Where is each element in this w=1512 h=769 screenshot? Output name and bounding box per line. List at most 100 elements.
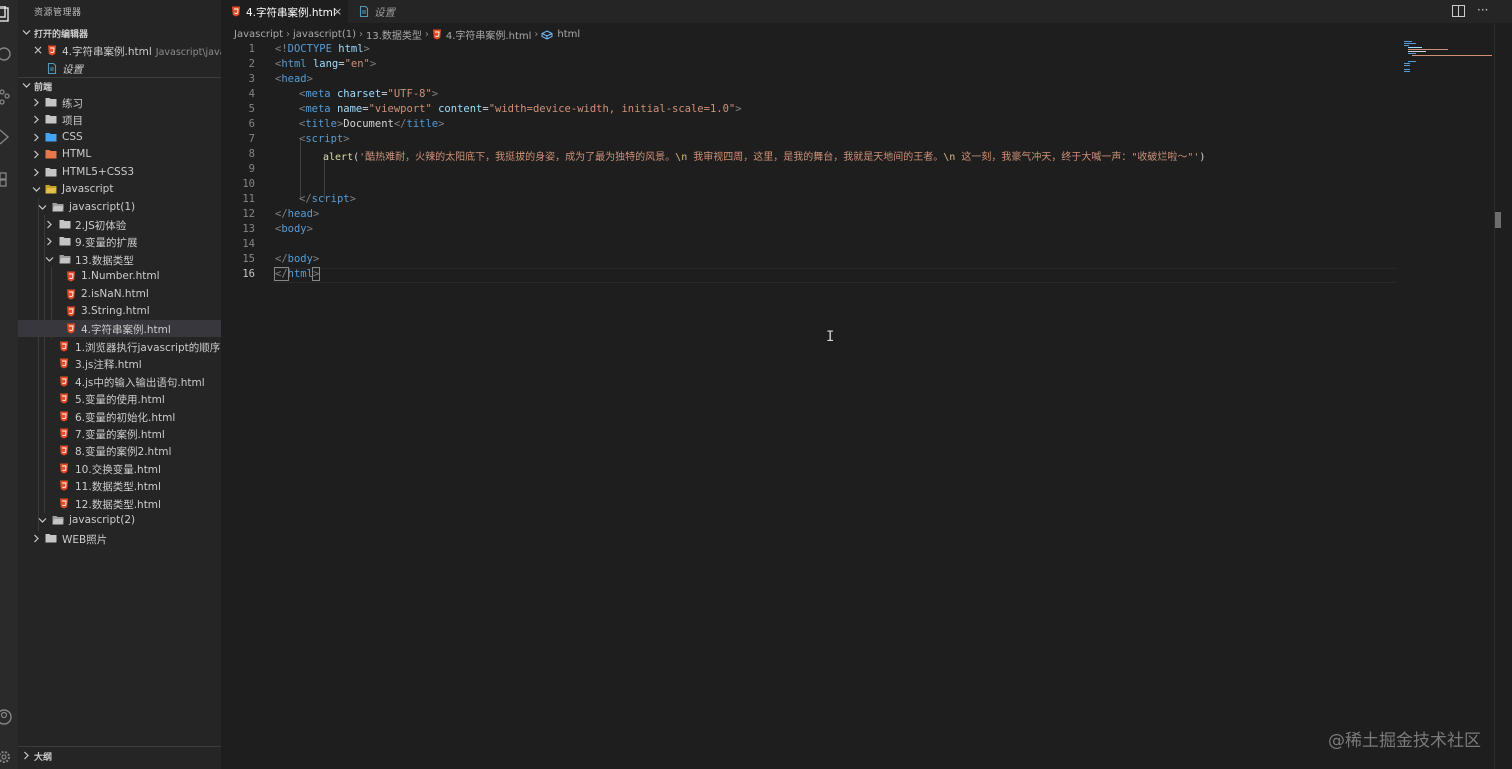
tree-label: 2.isNaN.html: [81, 288, 149, 300]
chevron-right-icon: [34, 168, 39, 177]
tree-file[interactable]: 6.变量的初始化.html: [18, 408, 221, 425]
tree-folder[interactable]: 练习: [18, 94, 221, 111]
code-line: 9: [221, 162, 1401, 177]
tree-label: javascript(1): [69, 201, 136, 213]
tree-file[interactable]: 1.Number.html: [18, 268, 221, 285]
tree-label: 2.JS初体验: [75, 220, 127, 232]
line-number: 12: [242, 208, 255, 220]
code-text: <html lang="en">: [275, 58, 377, 70]
tree-label: 6.变量的初始化.html: [75, 412, 176, 424]
file-name: 设置: [62, 64, 83, 76]
activity-bar: [0, 0, 18, 769]
code-line: 2 <html lang="en">: [221, 57, 1401, 72]
code-line: 12 </head>: [221, 207, 1401, 222]
search-icon[interactable]: [0, 46, 18, 64]
tree-folder[interactable]: 项目: [18, 111, 221, 128]
more-actions-icon[interactable]: ···: [1477, 3, 1488, 17]
tree-file[interactable]: 4.js中的输入输出语句.html: [18, 373, 221, 390]
close-icon[interactable]: ×: [33, 43, 43, 57]
tree-label: 10.交换变量.html: [75, 464, 161, 476]
tree-label: 13.数据类型: [75, 255, 134, 267]
breadcrumb-item[interactable]: javascript(1): [293, 29, 356, 40]
chevron-right-icon: [34, 133, 39, 142]
text-cursor-ibeam: I: [826, 329, 835, 345]
tree-label: 3.js注释.html: [75, 359, 142, 371]
tree-folder[interactable]: CSS: [18, 129, 221, 146]
tree-label: 项目: [62, 115, 83, 127]
extensions-icon[interactable]: [0, 170, 18, 188]
editor-tab-bar: 4.字符串案例.html × 设置 ···: [221, 0, 1512, 23]
section-divider: [18, 746, 221, 747]
open-editor-item[interactable]: × 4.字符串案例.htmlJavascript\javas...: [18, 42, 221, 59]
run-debug-icon[interactable]: [0, 128, 18, 146]
html5-file-icon: [48, 45, 56, 56]
tree-file[interactable]: 3.js注释.html: [18, 355, 221, 372]
code-line: 13 <body>: [221, 222, 1401, 237]
folder-icon: [45, 115, 57, 124]
chevron-right-icon: [47, 220, 52, 229]
split-editor-icon[interactable]: [1452, 5, 1465, 17]
tree-folder[interactable]: 2.JS初体验: [18, 216, 221, 233]
tree-file[interactable]: 3.String.html: [18, 303, 221, 320]
folder-icon: [45, 168, 57, 177]
scrollbar-thumb[interactable]: [1495, 212, 1501, 228]
tree-folder[interactable]: WEB照片: [18, 530, 221, 547]
breadcrumb-item[interactable]: 13.数据类型: [366, 27, 422, 42]
html5-file-icon: [67, 289, 75, 300]
account-icon[interactable]: [0, 708, 18, 726]
line-number: 11: [242, 193, 255, 205]
tree-folder[interactable]: HTML: [18, 146, 221, 163]
open-editors-header[interactable]: 打开的编辑器: [18, 25, 221, 41]
file-name: 4.字符串案例.html: [62, 46, 152, 58]
tree-folder[interactable]: HTML5+CSS3: [18, 164, 221, 181]
tree-folder[interactable]: javascript(2): [18, 512, 221, 529]
breadcrumb-item[interactable]: 4.字符串案例.html: [446, 27, 532, 42]
code-text: <meta name="viewport" content="width=dev…: [299, 103, 742, 115]
tree-folder[interactable]: javascript(1): [18, 199, 221, 216]
code-line: 3 <head>: [221, 72, 1401, 87]
tree-label: 3.String.html: [81, 305, 150, 317]
line-number: 14: [242, 238, 255, 250]
tree-folder[interactable]: 13.数据类型: [18, 251, 221, 268]
breadcrumb-item[interactable]: html: [557, 29, 580, 40]
tree-folder[interactable]: 9.变量的扩展: [18, 233, 221, 250]
chevron-right-icon: [34, 98, 39, 107]
folder-open-icon: [52, 203, 64, 212]
workspace-header[interactable]: 前端: [18, 78, 221, 94]
tab-settings[interactable]: 设置: [349, 0, 444, 23]
line-number: 1: [248, 43, 255, 55]
tree-file[interactable]: 12.数据类型.html: [18, 495, 221, 512]
vertical-scrollbar[interactable]: [1494, 23, 1512, 769]
sidebar-title: 资源管理器: [34, 8, 82, 18]
outline-header[interactable]: 大纲: [18, 748, 221, 764]
open-editor-item[interactable]: 设置: [18, 60, 221, 77]
tab-active-file[interactable]: 4.字符串案例.html ×: [221, 0, 348, 23]
tree-label: 7.变量的案例.html: [75, 429, 165, 441]
code-line: 5 <meta name="viewport" content="width=d…: [221, 102, 1401, 117]
tree-file[interactable]: 5.变量的使用.html: [18, 390, 221, 407]
folder-open-icon: [59, 255, 71, 264]
tree-file-selected[interactable]: 4.字符串案例.html: [18, 320, 221, 337]
tree-file[interactable]: 1.浏览器执行javascript的顺序...: [18, 338, 221, 355]
tree-file[interactable]: 2.isNaN.html: [18, 286, 221, 303]
manage-gear-icon[interactable]: [0, 748, 18, 766]
tree-folder[interactable]: Javascript: [18, 181, 221, 198]
breadcrumb-item[interactable]: Javascript: [234, 29, 283, 40]
tree-file[interactable]: 8.变量的案例2.html: [18, 442, 221, 459]
line-number: 10: [242, 178, 255, 190]
code-text: alert('酷热难耐，火辣的太阳底下，我挺拔的身姿，成为了最为独特的风景。\n…: [323, 152, 1206, 163]
chevron-down-icon: [22, 30, 31, 35]
html5-file-icon: [67, 271, 75, 282]
tab-close-icon[interactable]: ×: [333, 5, 342, 18]
explorer-icon[interactable]: [0, 6, 18, 24]
tree-file[interactable]: 10.交换变量.html: [18, 460, 221, 477]
watermark: @稀土掘金技术社区: [1328, 731, 1481, 751]
breadcrumb: Javascript › javascript(1) › 13.数据类型 › 4.字符串案例…: [234, 27, 580, 42]
source-control-icon[interactable]: [0, 88, 18, 106]
html5-file-icon: [432, 29, 441, 40]
code-text: </head>: [275, 208, 320, 220]
tree-file[interactable]: 11.数据类型.html: [18, 477, 221, 494]
minimap[interactable]: [1402, 40, 1494, 80]
tree-file[interactable]: 7.变量的案例.html: [18, 425, 221, 442]
line-number: 2: [248, 58, 255, 70]
